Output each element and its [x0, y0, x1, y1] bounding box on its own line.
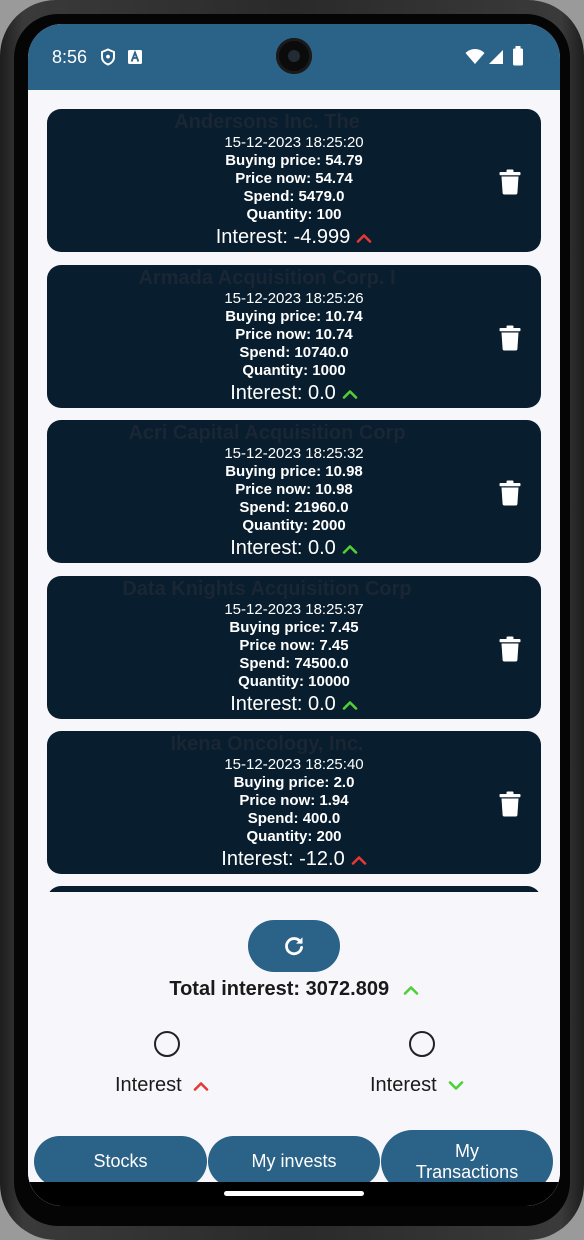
- price-now: Price now: 10.98: [235, 481, 353, 498]
- interest-row: Interest: 0.0: [47, 381, 541, 405]
- total-interest-label: Total interest: 3072.809: [169, 978, 390, 1000]
- transaction-card[interactable]: Data Knights Acquisition Corp 15-12-2023…: [47, 576, 541, 719]
- trash-icon[interactable]: [499, 636, 521, 662]
- interest-value: Interest: 0.0: [230, 382, 336, 404]
- quantity: Quantity: 2000: [242, 517, 346, 534]
- transactions-list[interactable]: Andersons Inc. The 15-12-2023 18:25:20 B…: [28, 90, 560, 892]
- interest-row: Interest: -12.0: [47, 847, 541, 871]
- device-frame: 8:56 Andersons Inc. The 15-12-2023 18:25…: [0, 0, 584, 1240]
- transaction-date: 15-12-2023 18:25:40: [224, 756, 364, 773]
- company-name: Armada Acquisition Corp. I: [138, 267, 396, 289]
- sort-label-asc-text: Interest: [115, 1074, 182, 1096]
- buying-price: Buying price: 10.74: [225, 308, 363, 325]
- sort-interest-desc-radio[interactable]: [409, 1031, 435, 1057]
- quantity: Quantity: 100: [246, 206, 342, 223]
- card-details: 15-12-2023 18:25:26 Buying price: 10.74 …: [47, 289, 541, 405]
- shield-icon: [101, 48, 115, 66]
- chevron-down-icon: [448, 1080, 464, 1090]
- transaction-date: 15-12-2023 18:25:26: [224, 290, 364, 307]
- buying-price: Buying price: 7.45: [229, 619, 359, 636]
- refresh-icon: [285, 937, 303, 956]
- interest-value: Interest: -12.0: [221, 848, 345, 870]
- cellular-signal-icon: [489, 50, 503, 64]
- status-time: 8:56: [52, 47, 88, 67]
- price-now: Price now: 10.74: [235, 326, 353, 343]
- summary-panel: Total interest: 3072.809 Interest Intere…: [28, 892, 560, 1206]
- nav-my-transactions-label: My Transactions: [415, 1140, 519, 1182]
- spend: Spend: 21960.0: [239, 499, 349, 516]
- card-details: 15-12-2023 18:25:32 Buying price: 10.98 …: [47, 444, 541, 560]
- price-now: Price now: 1.94: [239, 792, 349, 809]
- buying-price: Buying price: 10.98: [225, 463, 363, 480]
- transaction-date: 15-12-2023 18:25:32: [224, 445, 364, 462]
- buying-price: Buying price: 54.79: [225, 152, 363, 169]
- total-arrow-path: [403, 985, 418, 995]
- quantity: Quantity: 1000: [242, 362, 346, 379]
- company-name: Data Knights Acquisition Corp: [122, 578, 412, 600]
- interest-row: Interest: -4.999: [47, 225, 541, 249]
- trash-icon[interactable]: [499, 480, 521, 506]
- refresh-button[interactable]: [248, 920, 340, 972]
- price-now: Price now: 7.45: [239, 637, 349, 654]
- quantity: Quantity: 10000: [238, 673, 350, 690]
- keyboard-a-icon: [128, 50, 142, 64]
- spend: Spend: 5479.0: [243, 188, 345, 205]
- sort-label-asc: Interest: [115, 1074, 209, 1097]
- gesture-area: [28, 1182, 560, 1206]
- quantity: Quantity: 200: [246, 828, 342, 845]
- nav-my-invests-label: My invests: [251, 1151, 337, 1171]
- company-name: Andersons Inc. The: [174, 111, 360, 133]
- transaction-date: 15-12-2023 18:25:20: [224, 134, 364, 151]
- chevron-up-icon: [351, 855, 367, 865]
- sort-asc-arrow-path: [193, 1081, 209, 1091]
- company-name: Ikena Oncology, Inc.: [170, 733, 364, 755]
- home-gesture-bar[interactable]: [224, 1191, 364, 1196]
- spend: Spend: 400.0: [247, 810, 341, 827]
- sort-interest-asc-radio[interactable]: [154, 1031, 180, 1057]
- chevron-up-icon: [403, 985, 418, 995]
- chevron-up-icon: [356, 233, 372, 243]
- battery-icon: [513, 46, 523, 66]
- interest-value: Interest: 0.0: [230, 537, 336, 559]
- chevron-up-icon: [342, 700, 358, 710]
- app-screen: 8:56 Andersons Inc. The 15-12-2023 18:25…: [28, 24, 560, 1206]
- interest-value: Interest: 0.0: [230, 693, 336, 715]
- sort-desc-arrow-path: [448, 1080, 464, 1090]
- interest-value: Interest: -4.999: [215, 226, 351, 248]
- buying-price: Buying price: 2.0: [233, 774, 355, 791]
- chevron-up-icon: [342, 389, 358, 399]
- chevron-up-icon: [342, 544, 358, 554]
- nav-stocks-label: Stocks: [93, 1151, 148, 1171]
- spend: Spend: 74500.0: [239, 655, 349, 672]
- card-details: 15-12-2023 18:25:37 Buying price: 7.45 P…: [47, 600, 541, 716]
- wifi-icon: [465, 49, 485, 64]
- transaction-card[interactable]: Ikena Oncology, Inc. 15-12-2023 18:25:40…: [47, 731, 541, 874]
- total-interest: Total interest: 3072.809: [28, 978, 560, 1001]
- trash-icon[interactable]: [499, 169, 521, 195]
- trash-icon[interactable]: [499, 791, 521, 817]
- status-bar: 8:56: [28, 24, 560, 90]
- interest-row: Interest: 0.0: [47, 692, 541, 716]
- chevron-up-icon: [193, 1081, 209, 1091]
- card-details: 15-12-2023 18:25:20 Buying price: 54.79 …: [47, 133, 541, 249]
- interest-row: Interest: 0.0: [47, 536, 541, 560]
- nav-stocks-button[interactable]: Stocks: [34, 1136, 207, 1187]
- company-name: Acri Capital Acquisition Corp: [128, 422, 406, 444]
- transaction-date: 15-12-2023 18:25:37: [224, 601, 364, 618]
- sort-label-desc: Interest: [370, 1074, 464, 1097]
- transaction-card[interactable]: Andersons Inc. The 15-12-2023 18:25:20 B…: [47, 109, 541, 252]
- nav-my-invests-button[interactable]: My invests: [208, 1136, 380, 1187]
- transaction-card[interactable]: Acri Capital Acquisition Corp 15-12-2023…: [47, 420, 541, 563]
- transaction-card[interactable]: Armada Acquisition Corp. I 15-12-2023 18…: [47, 265, 541, 408]
- sort-label-desc-text: Interest: [370, 1074, 437, 1096]
- price-now: Price now: 54.74: [235, 170, 353, 187]
- card-details: 15-12-2023 18:25:40 Buying price: 2.0 Pr…: [47, 755, 541, 871]
- front-camera: [276, 38, 312, 74]
- trash-icon[interactable]: [499, 325, 521, 351]
- spend: Spend: 10740.0: [239, 344, 349, 361]
